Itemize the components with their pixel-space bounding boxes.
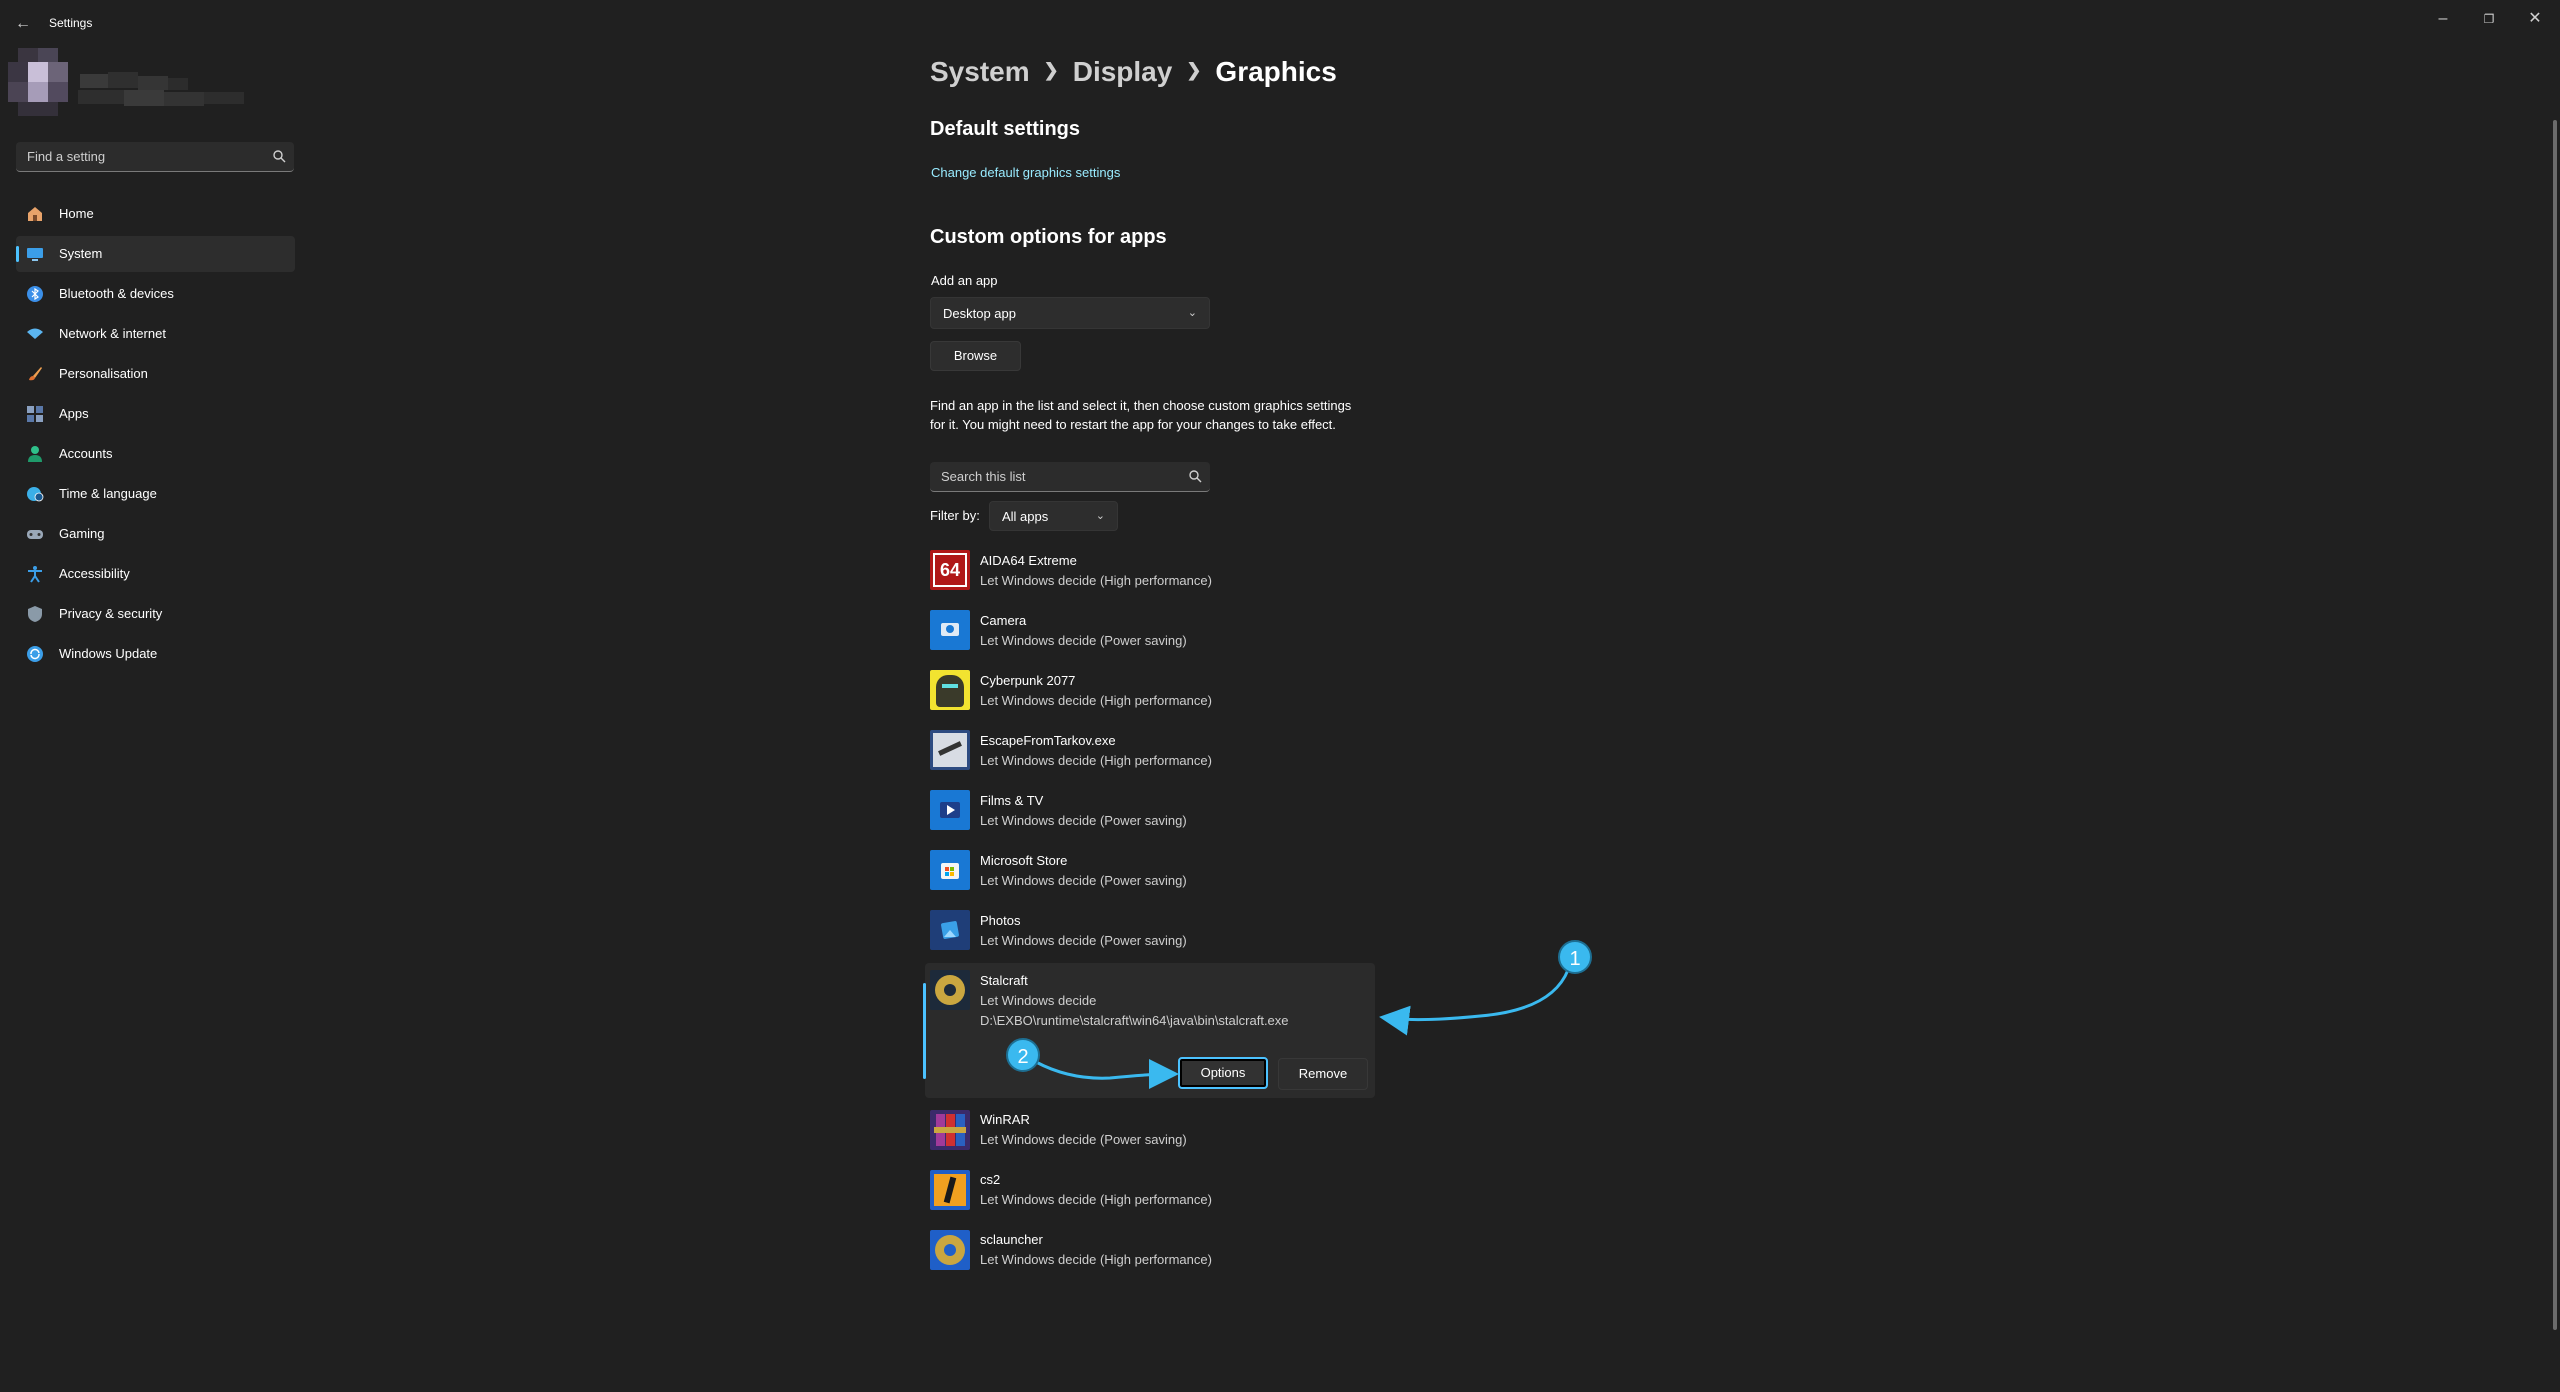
annotation-badge-2: 2 xyxy=(1006,1038,1040,1072)
annotation-badge-1: 1 xyxy=(1558,940,1592,974)
annotation-arrows xyxy=(1035,969,1570,1090)
